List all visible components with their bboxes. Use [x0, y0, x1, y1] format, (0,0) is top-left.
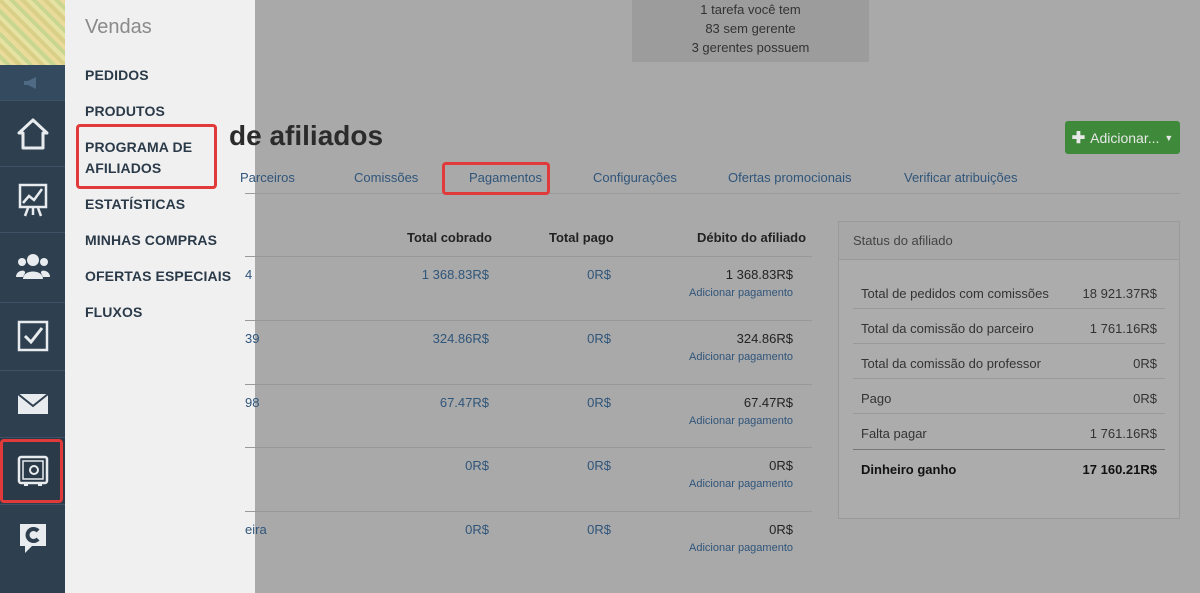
column-header-total-pago: Total pago [549, 230, 614, 245]
cell-total-pago[interactable]: 0R$ [587, 522, 611, 537]
home-icon [17, 118, 48, 149]
tab-highlight [442, 162, 550, 195]
checkbox-icon [17, 320, 48, 351]
tab-verificar-atribuicoes[interactable]: Verificar atribuições [904, 170, 1017, 185]
partner-name[interactable]: eira [245, 522, 267, 537]
menu-item-estatisticas[interactable]: ESTATÍSTICAS [85, 194, 185, 215]
menu-item-pedidos[interactable]: PEDIDOS [85, 65, 149, 86]
status-value: 18 921.37R$ [1082, 286, 1157, 301]
cell-debito: 324.86R$ [736, 331, 793, 346]
plus-icon: ✚ [1071, 129, 1086, 147]
status-value: 0R$ [1133, 356, 1157, 371]
tab-bar: Parceiros Comissões Pagamentos Configura… [240, 162, 1180, 195]
status-label: Falta pagar [861, 426, 927, 441]
sales-flyout-menu: Vendas PEDIDOS PRODUTOS PROGRAMA DE AFIL… [65, 0, 255, 593]
rail-chat[interactable] [0, 504, 65, 570]
rail-mail[interactable] [0, 370, 65, 436]
menu-item-fluxos[interactable]: FLUXOS [85, 302, 142, 323]
rail-megaphone[interactable] [0, 65, 65, 100]
cell-total-cobrado[interactable]: 67.47R$ [440, 395, 489, 410]
add-payment-link[interactable]: Adicionar pagamento [689, 478, 793, 490]
status-row: Total da comissão do professor 0R$ [853, 344, 1165, 379]
affiliate-status-panel: Status do afiliado Total de pedidos com … [838, 221, 1180, 519]
cell-total-pago[interactable]: 0R$ [587, 395, 611, 410]
cell-total-pago[interactable]: 0R$ [587, 331, 611, 346]
megaphone-icon [23, 76, 36, 89]
cell-total-cobrado[interactable]: 324.86R$ [433, 331, 489, 346]
status-row: Total da comissão do parceiro 1 761.16R$ [853, 309, 1165, 344]
chat-c-icon [19, 523, 46, 553]
table-row: 0R$ 0R$ 0R$ Adicionar pagamento [245, 447, 812, 511]
partner-name[interactable]: 98 [245, 395, 259, 410]
status-panel-title: Status do afiliado [839, 222, 1179, 260]
rail-highlight [0, 439, 63, 503]
flyout-title: Vendas [85, 16, 152, 38]
notice-line: 83 sem gerente [705, 21, 796, 36]
tab-parceiros[interactable]: Parceiros [240, 170, 295, 185]
caret-down-icon: ▼ [1164, 132, 1174, 143]
add-payment-link[interactable]: Adicionar pagamento [689, 415, 793, 427]
add-payment-link[interactable]: Adicionar pagamento [689, 351, 793, 363]
menu-item-produtos[interactable]: PRODUTOS [85, 101, 165, 122]
add-button[interactable]: ✚ Adicionar... ▼ [1065, 121, 1180, 154]
add-payment-link[interactable]: Adicionar pagamento [689, 542, 793, 554]
tab-configuracoes[interactable]: Configurações [593, 170, 677, 185]
logo[interactable] [0, 0, 65, 65]
status-label: Total da comissão do professor [861, 356, 1041, 371]
partner-name[interactable]: 4 [245, 267, 252, 282]
cell-total-cobrado[interactable]: 0R$ [465, 522, 489, 537]
notice-line: 1 tarefa você tem [700, 2, 801, 17]
notice-line: 3 gerentes possuem [691, 40, 810, 55]
status-value: 1 761.16R$ [1089, 321, 1157, 336]
column-header-total-cobrado: Total cobrado [407, 230, 492, 245]
status-row: Total de pedidos com comissões 18 921.37… [853, 274, 1165, 309]
table-row: 39 324.86R$ 0R$ 324.86R$ Adicionar pagam… [245, 320, 812, 384]
rail-users[interactable] [0, 232, 65, 298]
cell-debito: 67.47R$ [743, 395, 793, 410]
status-row-total: Dinheiro ganho 17 160.21R$ [853, 449, 1165, 484]
status-label: Dinheiro ganho [861, 462, 957, 477]
mail-icon [16, 392, 49, 414]
users-icon [15, 253, 50, 279]
cell-total-cobrado[interactable]: 1 368.83R$ [422, 267, 489, 282]
status-value: 0R$ [1133, 391, 1157, 406]
add-payment-link[interactable]: Adicionar pagamento [689, 287, 793, 299]
table-row: 98 67.47R$ 0R$ 67.47R$ Adicionar pagamen… [245, 384, 812, 447]
column-header-debito: Débito do afiliado [697, 230, 807, 245]
add-button-label: Adicionar... [1090, 129, 1160, 146]
rail-statistics[interactable] [0, 166, 65, 232]
status-value: 1 761.16R$ [1089, 426, 1157, 441]
menu-highlight [76, 124, 217, 189]
cell-total-cobrado[interactable]: 0R$ [465, 458, 489, 473]
status-value: 17 160.21R$ [1082, 462, 1157, 477]
rail-tasks[interactable] [0, 302, 65, 368]
cell-debito: 1 368.83R$ [725, 267, 793, 282]
left-rail [0, 0, 65, 593]
status-label: Total de pedidos com comissões [861, 286, 1049, 301]
cell-total-pago[interactable]: 0R$ [587, 267, 611, 282]
status-label: Pago [861, 391, 892, 406]
tab-comissoes[interactable]: Comissões [354, 170, 418, 185]
cell-total-pago[interactable]: 0R$ [587, 458, 611, 473]
menu-item-minhas-compras[interactable]: MINHAS COMPRAS [85, 230, 217, 251]
chart-icon [18, 183, 47, 216]
main-content: 1 tarefa você tem 83 sem gerente 3 geren… [229, 0, 1200, 593]
rail-home[interactable] [0, 100, 65, 166]
status-row: Falta pagar 1 761.16R$ [853, 414, 1165, 449]
page-title: de afiliados [229, 120, 384, 151]
partner-name[interactable]: 39 [245, 331, 259, 346]
cell-debito: 0R$ [769, 458, 793, 473]
table-row: 4 1 368.83R$ 0R$ 1 368.83R$ Adicionar pa… [245, 256, 812, 320]
cell-debito: 0R$ [769, 522, 793, 537]
status-label: Total da comissão do parceiro [861, 321, 1034, 336]
menu-item-ofertas-especiais[interactable]: OFERTAS ESPECIAIS [85, 266, 231, 287]
status-row: Pago 0R$ [853, 379, 1165, 414]
table-row: eira 0R$ 0R$ 0R$ Adicionar pagamento [245, 511, 812, 575]
task-notice[interactable]: 1 tarefa você tem 83 sem gerente 3 geren… [632, 0, 869, 62]
tab-ofertas-promocionais[interactable]: Ofertas promocionais [728, 170, 852, 185]
